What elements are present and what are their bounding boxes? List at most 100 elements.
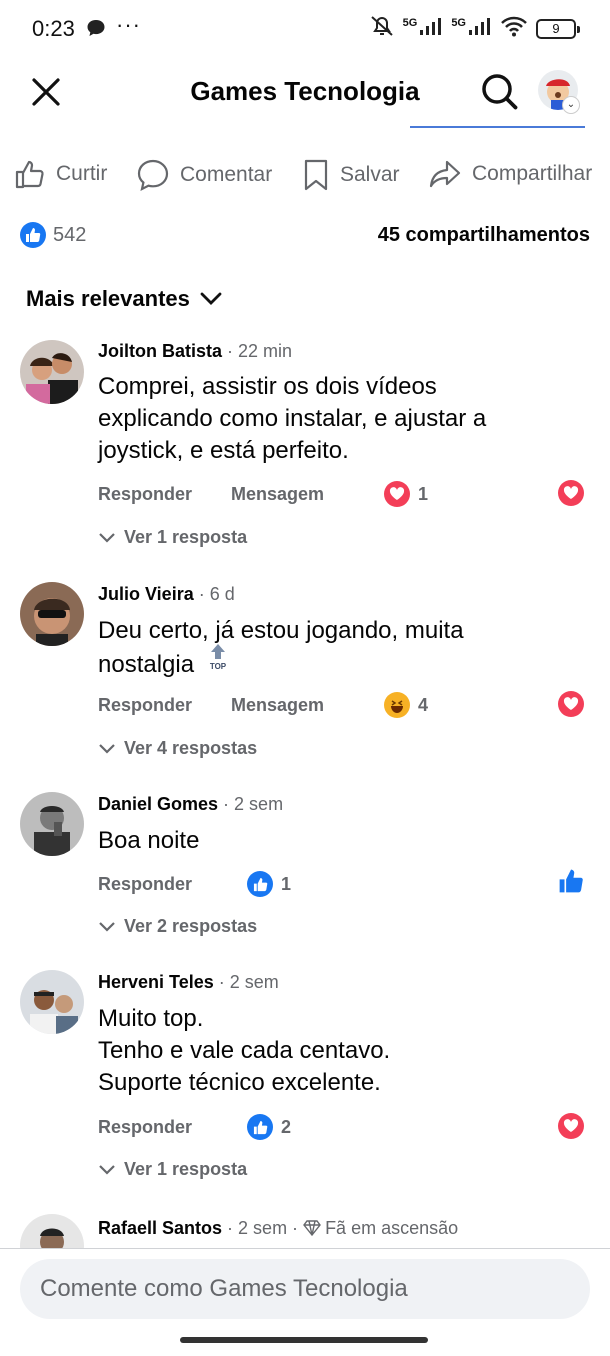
view-replies-link[interactable]: Ver 2 respostas xyxy=(98,916,257,937)
top-arrow-emoji-icon: TOP xyxy=(207,643,229,680)
commenter-name[interactable]: Joilton Batista xyxy=(98,341,222,361)
reply-button[interactable]: Responder xyxy=(98,874,192,895)
status-more-dots: ··· xyxy=(116,12,141,37)
view-replies-link[interactable]: Ver 1 resposta xyxy=(98,1159,247,1180)
reaction-count: 2 xyxy=(281,1116,292,1137)
comment-meta: Rafaell Santos · 2 sem · Fã em ascensão xyxy=(98,1218,458,1241)
commenter-avatar[interactable] xyxy=(20,970,84,1034)
chat-bubble-icon xyxy=(86,18,106,43)
sort-label: Mais relevantes xyxy=(26,286,190,311)
comment-meta: Joilton Batista · 22 min xyxy=(98,341,292,362)
heart-reaction-icon[interactable] xyxy=(558,480,584,506)
comment-line: Suporte técnico excelente. xyxy=(98,1069,381,1096)
comment-line: explicando como instalar, e ajustar a xyxy=(98,405,487,432)
view-replies-link[interactable]: Ver 4 respostas xyxy=(98,738,257,759)
search-button[interactable] xyxy=(478,70,522,114)
chevron-down-icon xyxy=(99,1164,115,1175)
view-replies-link[interactable]: Ver 1 resposta xyxy=(98,527,247,548)
commenter-avatar[interactable] xyxy=(20,582,84,646)
comment-time: · 2 sem xyxy=(213,972,279,992)
comment-actions: Responder Mensagem 1 xyxy=(98,480,598,514)
reaction-count[interactable]: 542 xyxy=(53,224,86,247)
haha-reaction-icon xyxy=(384,692,410,718)
comment-actions: Responder Mensagem 4 xyxy=(98,691,598,725)
search-icon xyxy=(482,74,518,110)
comment-line: Boa noite xyxy=(98,827,200,854)
chevron-down-icon xyxy=(99,532,115,543)
status-time: 0:23 xyxy=(32,16,75,41)
comment-time: · 2 sem · xyxy=(222,1218,304,1238)
comment-line: Deu certo, já estou jogando, muita xyxy=(98,617,464,644)
like-reaction-icon xyxy=(247,1114,273,1140)
signal-icon-1 xyxy=(419,16,443,41)
comment-line: nostalgia TOP xyxy=(98,644,588,684)
like-reaction-icon xyxy=(247,871,273,897)
save-action-label: Salvar xyxy=(340,163,400,186)
heart-reaction-icon xyxy=(384,481,410,507)
comment-line-text: nostalgia xyxy=(98,650,195,678)
view-replies-label: Ver 1 resposta xyxy=(124,1159,248,1179)
view-replies-label: Ver 4 respostas xyxy=(124,738,258,758)
network-type-1: 5G xyxy=(402,16,418,29)
comment-time: · 2 sem xyxy=(218,794,284,814)
chevron-down-icon xyxy=(200,292,222,305)
comment-line: Comprei, assistir os dois vídeos xyxy=(98,373,437,400)
commenter-name[interactable]: Rafaell Santos xyxy=(98,1218,222,1238)
heart-reaction-icon[interactable] xyxy=(558,691,584,717)
commenter-name[interactable]: Daniel Gomes xyxy=(98,794,218,814)
comment-sort-dropdown[interactable]: Mais relevantes xyxy=(26,286,222,312)
status-indicators: 5G 5G 9 xyxy=(369,14,580,43)
page-header: Games Tecnologia ⌄ xyxy=(0,60,610,126)
chevron-down-icon[interactable]: ⌄ xyxy=(562,96,580,114)
post-stats: 542 45 compartilhamentos xyxy=(0,218,610,252)
comment-actions: Responder 1 xyxy=(98,869,598,904)
comment-action-label: Comentar xyxy=(180,163,273,186)
comment-input[interactable] xyxy=(20,1259,590,1319)
save-action-button[interactable]: Salvar xyxy=(302,158,400,192)
like-action-button[interactable]: Curtir xyxy=(14,158,107,190)
comment-text: Boa noite xyxy=(98,825,588,857)
share-count[interactable]: 45 compartilhamentos xyxy=(378,224,590,247)
comment-line: joystick, e está perfeito. xyxy=(98,437,349,464)
reply-button[interactable]: Responder xyxy=(98,484,192,505)
comment-text: Comprei, assistir os dois vídeos explica… xyxy=(98,371,588,467)
battery-indicator: 9 xyxy=(536,18,580,39)
reaction-count: 1 xyxy=(281,873,292,894)
chevron-down-icon xyxy=(99,921,115,932)
like-reaction-icon[interactable] xyxy=(20,222,46,248)
comment-action-button[interactable]: Comentar xyxy=(136,158,272,192)
diamond-badge-icon xyxy=(303,1220,321,1241)
commenter-name[interactable]: Julio Vieira xyxy=(98,584,194,604)
comment-reactions[interactable]: 2 xyxy=(247,1114,291,1140)
comment-reactions[interactable]: 1 xyxy=(384,481,428,507)
reply-button[interactable]: Responder xyxy=(98,695,192,716)
comment-reactions[interactable]: 1 xyxy=(247,871,291,897)
view-replies-label: Ver 2 respostas xyxy=(124,916,258,936)
commenter-avatar[interactable] xyxy=(20,792,84,856)
share-action-button[interactable]: Compartilhar xyxy=(428,158,592,190)
home-indicator[interactable] xyxy=(180,1337,428,1343)
comment-meta: Herveni Teles · 2 sem xyxy=(98,972,279,993)
post-actions-bar: Curtir Comentar Salvar Compartilhar xyxy=(0,150,610,206)
reply-button[interactable]: Responder xyxy=(98,1117,192,1138)
message-button[interactable]: Mensagem xyxy=(231,484,324,505)
commenter-avatar[interactable] xyxy=(20,340,84,404)
message-button[interactable]: Mensagem xyxy=(231,695,324,716)
comment-text: Muito top. Tenho e vale cada centavo. Su… xyxy=(98,1003,588,1099)
commenter-name[interactable]: Herveni Teles xyxy=(98,972,214,992)
share-action-label: Compartilhar xyxy=(472,162,593,185)
view-replies-label: Ver 1 resposta xyxy=(124,527,248,547)
header-divider xyxy=(410,126,585,128)
comment-actions: Responder 2 xyxy=(98,1113,598,1147)
comment-time: · 6 d xyxy=(193,584,235,604)
comment-reactions[interactable]: 4 xyxy=(384,692,428,718)
comment-bubble-icon xyxy=(137,159,169,192)
comment-line: Tenho e vale cada centavo. xyxy=(98,1037,391,1064)
signal-icon-2 xyxy=(468,16,492,41)
heart-reaction-icon[interactable] xyxy=(558,1113,584,1139)
thumbs-up-icon[interactable] xyxy=(558,868,584,899)
comment-meta: Daniel Gomes · 2 sem xyxy=(98,794,283,815)
like-action-label: Curtir xyxy=(56,162,108,185)
fan-badge-label: Fã em ascensão xyxy=(325,1218,459,1238)
status-bar: 0:23 ··· 5G 5G 9 xyxy=(0,0,610,60)
